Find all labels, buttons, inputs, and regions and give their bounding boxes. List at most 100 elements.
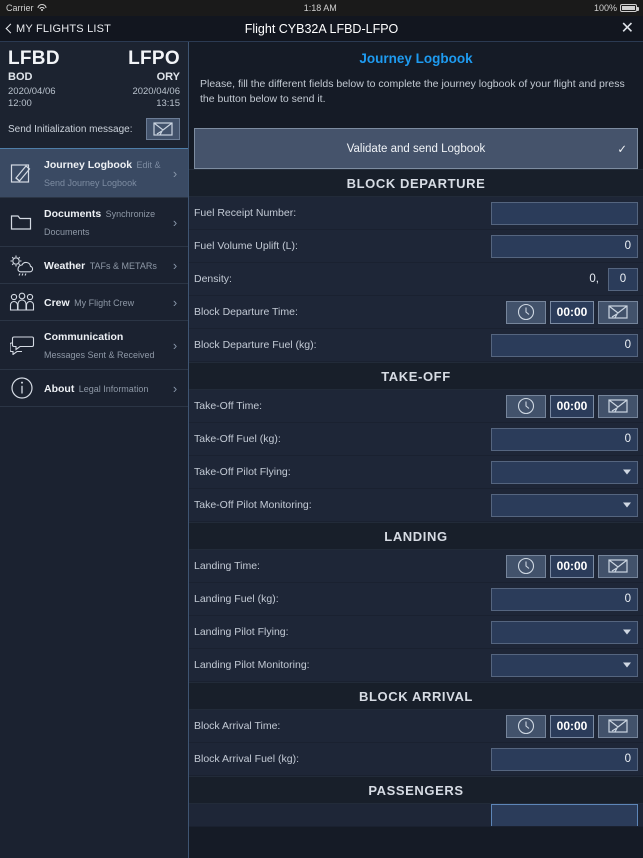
landing-pilot-flying-select[interactable]: [491, 620, 638, 644]
section-header-block-departure: BLOCK DEPARTURE: [189, 169, 643, 198]
sidebar-item-title: Communication: [44, 331, 124, 343]
status-bar: Carrier 1:18 AM 100%: [0, 0, 643, 16]
sidebar-item-crew[interactable]: Crew My Flight Crew ›: [0, 284, 188, 321]
envelope-icon: [608, 559, 628, 574]
status-bar-clock: 1:18 AM: [303, 3, 337, 13]
field-control: 0: [491, 333, 638, 357]
field-control: 0: [491, 587, 638, 611]
chevron-right-icon: ›: [172, 380, 178, 396]
sidebar-item-subtitle: My Flight Crew: [74, 298, 135, 308]
sidebar-item-weather[interactable]: Weather TAFs & METARs ›: [0, 247, 188, 284]
field-label: Fuel Volume Uplift (L):: [194, 240, 298, 253]
battery-percent-label: 100%: [593, 3, 617, 13]
sidebar-item-text: Communication Messages Sent & Received: [44, 327, 162, 363]
block-arrival-time-send-button[interactable]: [598, 714, 638, 738]
field-label: Take-Off Pilot Flying:: [194, 466, 291, 479]
close-icon[interactable]: ✕: [621, 20, 643, 37]
sidebar-item-title: Documents: [44, 208, 102, 220]
section-header-passengers: PASSENGERS: [189, 776, 643, 805]
landing-time-send-button[interactable]: [598, 554, 638, 578]
block-arrival-time-input[interactable]: 00:00: [550, 714, 594, 738]
fuel-volume-uplift-input[interactable]: 0: [491, 234, 638, 258]
send-init-message-label: Send Initialization message:: [8, 123, 133, 135]
section-header-landing: LANDING: [189, 522, 643, 551]
body-layout: LFBD LFPO BOD ORY 2020/04/06 2020/04/06 …: [0, 42, 643, 858]
block-arrival-fuel-input[interactable]: 0: [491, 747, 638, 771]
field-control: [491, 620, 638, 644]
field-label: Landing Pilot Flying:: [194, 626, 289, 639]
validate-and-send-logbook-button[interactable]: Validate and send Logbook ✓: [194, 128, 638, 170]
chevron-left-icon: [6, 23, 13, 34]
sidebar-item-text: Documents Synchronize Documents: [44, 204, 162, 240]
arrival-icao: LFPO: [128, 48, 180, 69]
take-off-time-send-button[interactable]: [598, 394, 638, 418]
take-off-fuel-input[interactable]: 0: [491, 427, 638, 451]
back-to-flights-list-button[interactable]: MY FLIGHTS LIST: [0, 23, 111, 35]
sidebar-item-about[interactable]: About Legal Information ›: [0, 370, 188, 407]
fuel-receipt-number-input[interactable]: [491, 201, 638, 225]
block-departure-fuel-input[interactable]: 0: [491, 333, 638, 357]
people-icon: [8, 290, 36, 314]
take-off-time-now-button[interactable]: [506, 394, 546, 418]
field-row-block-arrival-fuel: Block Arrival Fuel (kg): 0: [189, 743, 643, 777]
sidebar-item-communication[interactable]: Communication Messages Sent & Received ›: [0, 321, 188, 370]
field-row-landing-pilot-flying: Landing Pilot Flying:: [189, 616, 643, 650]
sidebar-item-title: About: [44, 383, 75, 395]
field-control: 00:00: [506, 554, 638, 578]
landing-pilot-monitoring-select[interactable]: [491, 653, 638, 677]
battery-full-icon: [620, 4, 639, 12]
field-row-landing-pilot-monitoring: Landing Pilot Monitoring:: [189, 649, 643, 683]
field-label: Density:: [194, 273, 232, 286]
density-decimal-input[interactable]: 0: [608, 267, 638, 291]
block-departure-time-now-button[interactable]: [506, 300, 546, 324]
date-row: 2020/04/06 2020/04/06: [8, 83, 180, 97]
chevron-down-icon: [623, 469, 631, 475]
sidebar-item-text: About Legal Information: [44, 379, 162, 397]
sidebar-item-subtitle: Messages Sent & Received: [44, 350, 155, 360]
field-row-take-off-pilot-monitoring: Take-Off Pilot Monitoring:: [189, 489, 643, 523]
send-init-message-button[interactable]: [146, 118, 180, 140]
take-off-pilot-flying-select[interactable]: [491, 460, 638, 484]
status-bar-right: 100%: [593, 3, 639, 13]
field-label: Fuel Receipt Number:: [194, 207, 297, 220]
block-departure-time-send-button[interactable]: [598, 300, 638, 324]
sidebar-item-documents[interactable]: Documents Synchronize Documents ›: [0, 198, 188, 247]
departure-icao: LFBD: [8, 48, 60, 69]
sidebar-item-title: Journey Logbook: [44, 159, 133, 171]
field-control: 00:00: [506, 714, 638, 738]
take-off-pilot-monitoring-select[interactable]: [491, 493, 638, 517]
take-off-time-input[interactable]: 00:00: [550, 394, 594, 418]
intro-block: Journey Logbook Please, fill the differe…: [189, 42, 643, 118]
main-content: Journey Logbook Please, fill the differe…: [189, 42, 643, 858]
chevron-right-icon: ›: [172, 214, 178, 230]
field-label: Landing Pilot Monitoring:: [194, 659, 310, 672]
landing-time-now-button[interactable]: [506, 554, 546, 578]
clock-icon: [517, 398, 535, 415]
field-row-take-off-time: Take-Off Time: 00:00: [189, 390, 643, 424]
sidebar-empty-area: [0, 407, 188, 858]
field-control: [491, 493, 638, 517]
sidebar-item-journey-logbook[interactable]: Journey Logbook Edit & Send Journey Logb…: [0, 149, 188, 198]
field-label: Take-Off Pilot Monitoring:: [194, 499, 312, 512]
chevron-down-icon: [623, 502, 631, 508]
field-label: Block Arrival Fuel (kg):: [194, 753, 300, 766]
chat-bubbles-icon: [8, 333, 36, 357]
field-row-take-off-pilot-flying: Take-Off Pilot Flying:: [189, 456, 643, 490]
arrival-time: 13:15: [156, 98, 180, 109]
block-departure-time-input[interactable]: 00:00: [550, 300, 594, 324]
passengers-input[interactable]: [491, 804, 638, 827]
field-row-landing-time: Landing Time: 00:00: [189, 550, 643, 584]
landing-time-input[interactable]: 00:00: [550, 554, 594, 578]
sidebar-item-subtitle: Legal Information: [78, 384, 149, 394]
clock-icon: [517, 718, 535, 735]
landing-fuel-input[interactable]: 0: [491, 587, 638, 611]
field-label: Take-Off Fuel (kg):: [194, 433, 281, 446]
flight-summary-panel: LFBD LFPO BOD ORY 2020/04/06 2020/04/06 …: [0, 42, 188, 149]
back-button-label: MY FLIGHTS LIST: [16, 22, 112, 35]
carrier-label: Carrier: [6, 3, 34, 13]
envelope-icon: [608, 399, 628, 414]
block-arrival-time-now-button[interactable]: [506, 714, 546, 738]
check-icon: ✓: [617, 143, 627, 156]
chevron-right-icon: ›: [172, 257, 178, 273]
sun-cloud-rain-icon: [8, 253, 36, 277]
